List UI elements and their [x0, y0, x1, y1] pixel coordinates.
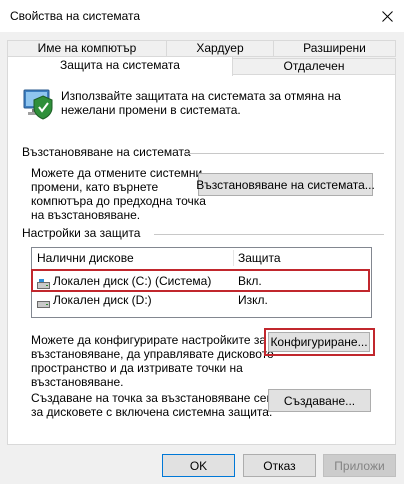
tab-remote[interactable]: Отдалечен [232, 58, 396, 75]
restore-line-3: компютъра до предходна точка [31, 194, 206, 208]
tab-system-protection[interactable]: Защита на системата [7, 56, 233, 76]
restore-line-4: на възстановяване. [31, 208, 141, 222]
tab-label: Разширени [303, 41, 366, 55]
configure-line-2: възстановяване, да управлявате дисковото [31, 347, 274, 361]
local-drive-icon [37, 295, 50, 308]
configure-line-1: Можете да конфигурирате настройките за [31, 333, 267, 347]
tab-label: Отдалечен [283, 59, 345, 73]
tab-label: Защита на системата [60, 58, 180, 72]
restore-line-2: промени, като върнете [31, 180, 159, 194]
ok-button[interactable]: OK [162, 454, 235, 477]
tab-label: Хардуер [196, 41, 244, 55]
drive-protection-status: Изкл. [238, 293, 268, 307]
tab-computer-name[interactable]: Име на компютър [7, 40, 167, 57]
system-restore-button[interactable]: Възстановяване на системата... [196, 173, 375, 196]
system-drive-icon [37, 276, 50, 289]
drive-protection-status: Вкл. [238, 274, 262, 288]
column-header-drives[interactable]: Налични дискове [32, 248, 233, 268]
system-protection-shield-icon [22, 86, 54, 120]
divider [154, 234, 384, 235]
intro-line-1: Използвайте защитата на системата за отм… [61, 89, 341, 103]
configure-button[interactable]: Конфигуриране... [268, 332, 370, 352]
column-header-protection[interactable]: Защита [233, 248, 371, 268]
intro-line-2: нежелани промени в системата. [61, 103, 241, 117]
close-button[interactable] [374, 4, 400, 28]
tab-hardware[interactable]: Хардуер [166, 40, 274, 57]
create-button[interactable]: Създаване... [268, 389, 371, 412]
apply-button[interactable]: Приложи [323, 454, 396, 477]
close-icon [381, 10, 393, 22]
drive-row-c[interactable]: Локален диск (C:) (Система) Вкл. [32, 272, 371, 290]
tab-label: Име на компютър [37, 41, 137, 55]
drive-name: Локален диск (D:) [53, 293, 152, 307]
restore-line-1: Можете да отмените системни [31, 166, 203, 180]
divider [185, 153, 384, 154]
drives-list[interactable]: Налични дискове Защита Локален диск (C:)… [31, 247, 372, 318]
window-title: Свойства на системата [10, 9, 141, 23]
cancel-button[interactable]: Отказ [243, 454, 316, 477]
configure-line-4: възстановяване. [31, 375, 124, 389]
protection-heading: Настройки за защита [22, 226, 141, 240]
configure-line-3: пространство и да изтривате точки на [31, 361, 243, 375]
create-line-2: за дисковете с включена системна защита. [31, 405, 273, 419]
tab-advanced[interactable]: Разширени [273, 40, 396, 57]
drive-row-d[interactable]: Локален диск (D:) Изкл. [32, 291, 371, 309]
restore-heading: Възстановяване на системата [22, 145, 191, 159]
create-line-1: Създаване на точка за възстановяване сег… [31, 391, 278, 405]
drive-name: Локален диск (C:) (Система) [53, 274, 212, 288]
